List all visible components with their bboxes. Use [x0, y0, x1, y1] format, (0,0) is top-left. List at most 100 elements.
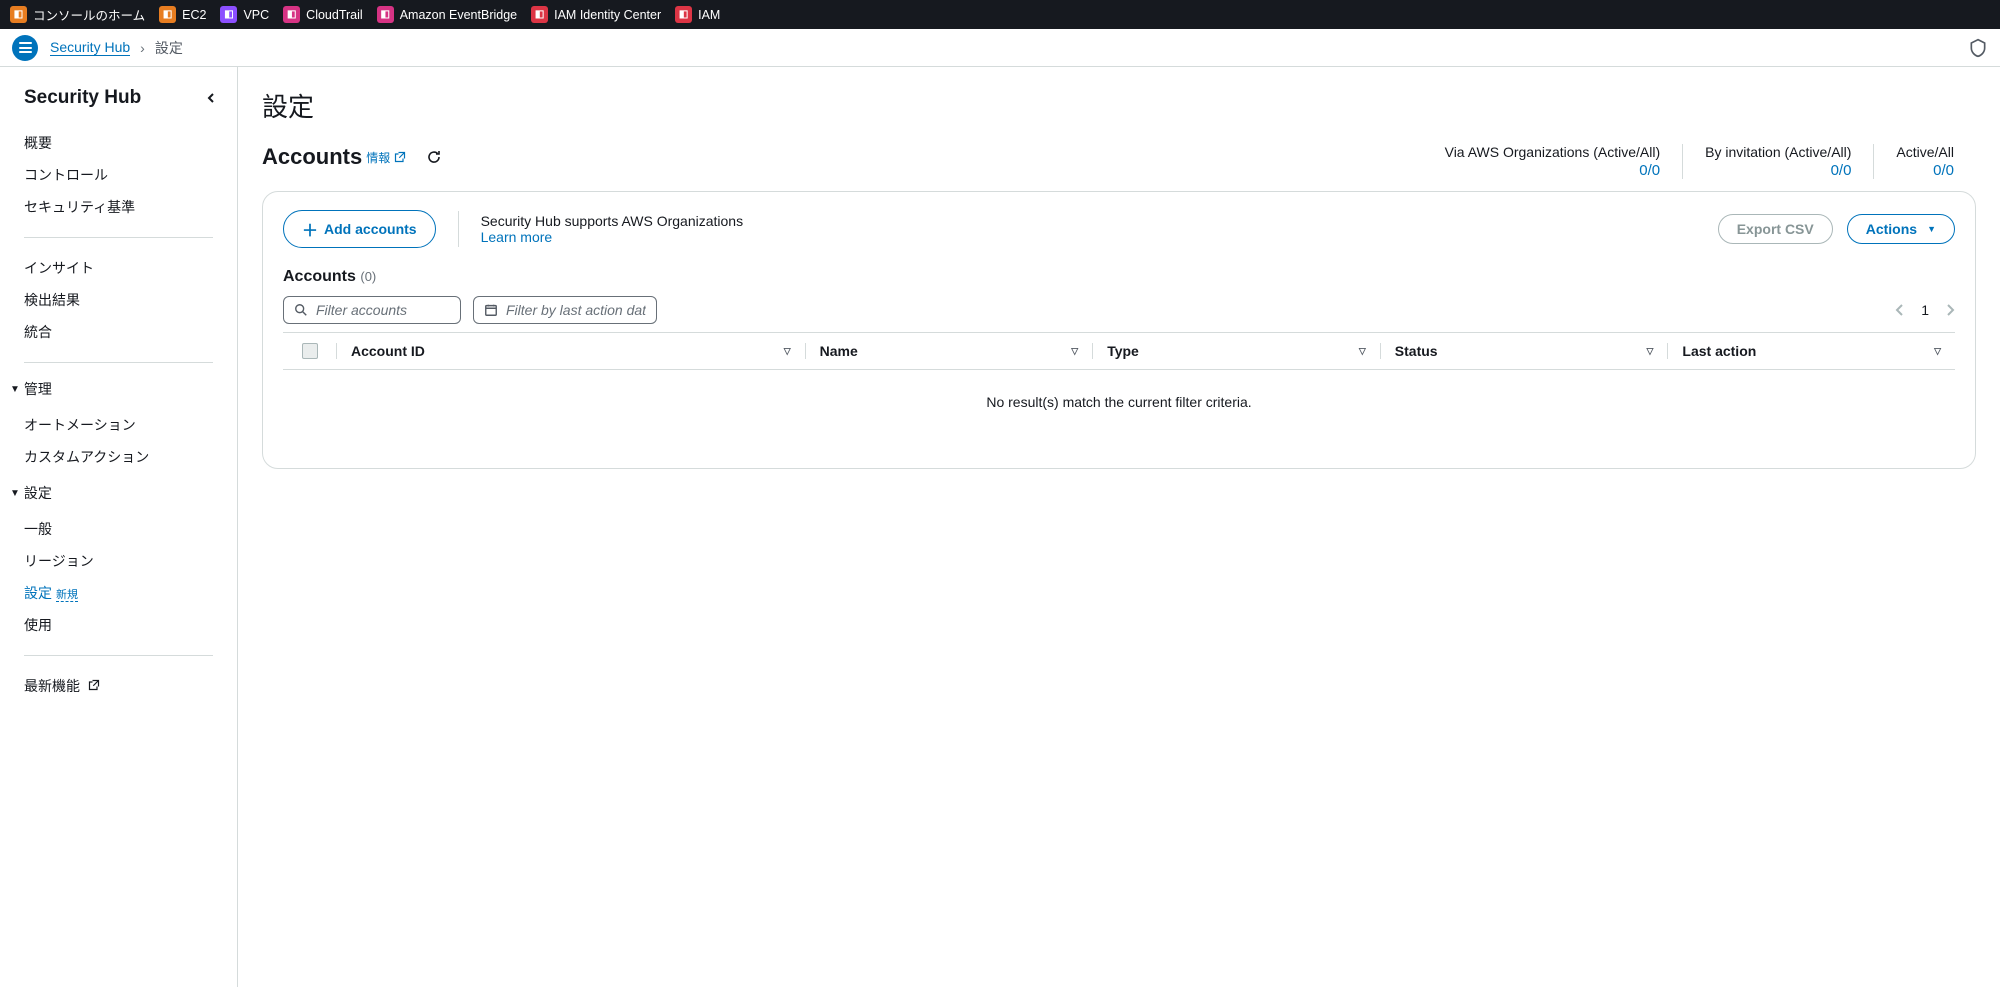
- sort-icon[interactable]: ▽: [1646, 346, 1653, 357]
- select-all-checkbox[interactable]: [283, 343, 337, 359]
- iam-icon: ◧: [675, 6, 692, 23]
- accounts-card: ＋ Add accounts Security Hub supports AWS…: [262, 191, 1976, 469]
- sidebar-item-overview[interactable]: 概要: [0, 127, 237, 159]
- toolbar-item-console-home[interactable]: ◧コンソールのホーム: [10, 5, 145, 24]
- sidebar-group-settings[interactable]: ▼設定: [0, 477, 237, 509]
- divider: [458, 211, 459, 247]
- ec2-icon: ◧: [159, 6, 176, 23]
- plus-icon: ＋: [302, 217, 318, 241]
- sidebar-item-usage[interactable]: 使用: [0, 609, 237, 641]
- chevron-left-icon: [205, 92, 217, 104]
- triangle-down-icon: ▼: [10, 488, 20, 499]
- triangle-down-icon: ▼: [10, 384, 20, 395]
- export-csv-button: Export CSV: [1718, 214, 1833, 244]
- breadcrumb-bar: Security Hub › 設定: [0, 29, 2000, 67]
- accounts-table: Account ID▽ Name▽ Type▽ Status▽ Last act…: [283, 332, 1955, 450]
- service-toolbar: ◧コンソールのホーム ◧EC2 ◧VPC ◧CloudTrail ◧Amazon…: [0, 0, 2000, 29]
- toolbar-item-iam-identity[interactable]: ◧IAM Identity Center: [531, 6, 661, 23]
- sidebar-item-whatsnew[interactable]: 最新機能: [0, 670, 237, 702]
- stat-value: 0/0: [1896, 162, 1954, 179]
- sidebar-item-general[interactable]: 一般: [0, 513, 237, 545]
- table-header-row: Account ID▽ Name▽ Type▽ Status▽ Last act…: [283, 332, 1955, 370]
- hamburger-icon: [19, 42, 32, 53]
- cloudtrail-icon: ◧: [283, 6, 300, 23]
- toolbar-item-iam[interactable]: ◧IAM: [675, 6, 720, 23]
- learn-more-link[interactable]: Learn more: [481, 229, 553, 245]
- filter-date-input[interactable]: [506, 302, 646, 318]
- shield-status-icon[interactable]: [1968, 38, 1988, 58]
- sidebar-item-findings[interactable]: 検出結果: [0, 284, 237, 316]
- refresh-button[interactable]: [426, 149, 442, 165]
- pagination: 1: [1895, 302, 1955, 318]
- sort-icon[interactable]: ▽: [1934, 346, 1941, 357]
- filter-accounts-input[interactable]: [316, 302, 450, 318]
- sidebar-item-custom-actions[interactable]: カスタムアクション: [0, 441, 237, 473]
- vpc-icon: ◧: [220, 6, 237, 23]
- col-account-id[interactable]: Account ID▽: [337, 343, 806, 359]
- eventbridge-icon: ◧: [377, 6, 394, 23]
- page-next-button[interactable]: [1945, 303, 1955, 317]
- page-prev-button[interactable]: [1895, 303, 1905, 317]
- sidebar-item-settings[interactable]: 設定新規: [0, 577, 237, 609]
- sidebar-item-integrations[interactable]: 統合: [0, 316, 237, 348]
- chevron-right-icon: ›: [140, 40, 145, 56]
- breadcrumb-current: 設定: [155, 38, 183, 58]
- triangle-down-icon: ▼: [1927, 224, 1936, 234]
- accounts-section-title: Accounts: [262, 144, 362, 170]
- nav-menu-button[interactable]: [12, 35, 38, 61]
- toolbar-item-cloudtrail[interactable]: ◧CloudTrail: [283, 6, 363, 23]
- main-content: 設定 Accounts 情報 Via AWS Organizations (Ac…: [238, 67, 2000, 987]
- empty-state-text: No result(s) match the current filter cr…: [283, 370, 1955, 450]
- chevron-right-icon: [1945, 303, 1955, 317]
- sort-icon[interactable]: ▽: [784, 346, 791, 357]
- col-type[interactable]: Type▽: [1093, 343, 1381, 359]
- new-badge: 新規: [56, 589, 78, 602]
- page-title: 設定: [262, 87, 1976, 124]
- checkbox-icon: [302, 343, 318, 359]
- search-icon: [294, 303, 308, 317]
- sidebar-divider: [24, 237, 213, 238]
- sidebar-divider: [24, 655, 213, 656]
- col-last-action[interactable]: Last action▽: [1668, 343, 1955, 359]
- stat-value: 0/0: [1705, 162, 1851, 179]
- sidebar-group-manage[interactable]: ▼管理: [0, 373, 237, 405]
- filter-accounts-input-wrapper[interactable]: [283, 296, 461, 324]
- breadcrumb-root-link[interactable]: Security Hub: [50, 39, 130, 56]
- toolbar-item-eventbridge[interactable]: ◧Amazon EventBridge: [377, 6, 517, 23]
- accounts-count: (0): [360, 269, 376, 284]
- actions-dropdown-button[interactable]: Actions ▼: [1847, 214, 1955, 244]
- filter-date-input-wrapper[interactable]: [473, 296, 657, 324]
- external-link-icon: [394, 151, 406, 163]
- sidebar-item-region[interactable]: リージョン: [0, 545, 237, 577]
- sidebar-item-standards[interactable]: セキュリティ基準: [0, 191, 237, 223]
- info-link[interactable]: 情報: [366, 149, 405, 166]
- sidebar-collapse-button[interactable]: [205, 92, 217, 104]
- iam-idc-icon: ◧: [531, 6, 548, 23]
- add-accounts-button[interactable]: ＋ Add accounts: [283, 210, 436, 248]
- external-link-icon: [88, 678, 100, 694]
- sidebar-item-insights[interactable]: インサイト: [0, 252, 237, 284]
- cube-icon: ◧: [10, 6, 27, 23]
- stats-row: Via AWS Organizations (Active/All) 0/0 B…: [1423, 144, 1976, 179]
- stat-by-invitation: By invitation (Active/All) 0/0: [1682, 144, 1873, 179]
- breadcrumb: Security Hub › 設定: [50, 38, 183, 58]
- sidebar-item-automation[interactable]: オートメーション: [0, 409, 237, 441]
- sort-icon[interactable]: ▽: [1071, 346, 1078, 357]
- page-number: 1: [1921, 302, 1929, 318]
- sidebar-item-controls[interactable]: コントロール: [0, 159, 237, 191]
- refresh-icon: [426, 149, 442, 165]
- col-status[interactable]: Status▽: [1381, 343, 1669, 359]
- sidebar-divider: [24, 362, 213, 363]
- sort-icon[interactable]: ▽: [1359, 346, 1366, 357]
- col-name[interactable]: Name▽: [806, 343, 1094, 359]
- org-support-text: Security Hub supports AWS Organizations: [481, 213, 744, 229]
- sidebar: Security Hub 概要 コントロール セキュリティ基準 インサイト 検出…: [0, 67, 238, 987]
- stat-active-all: Active/All 0/0: [1873, 144, 1976, 179]
- stat-via-orgs: Via AWS Organizations (Active/All) 0/0: [1423, 144, 1683, 179]
- toolbar-item-vpc[interactable]: ◧VPC: [220, 6, 269, 23]
- calendar-icon: [484, 303, 498, 317]
- stat-value: 0/0: [1445, 162, 1661, 179]
- sidebar-title: Security Hub: [24, 87, 141, 109]
- toolbar-item-ec2[interactable]: ◧EC2: [159, 6, 206, 23]
- chevron-left-icon: [1895, 303, 1905, 317]
